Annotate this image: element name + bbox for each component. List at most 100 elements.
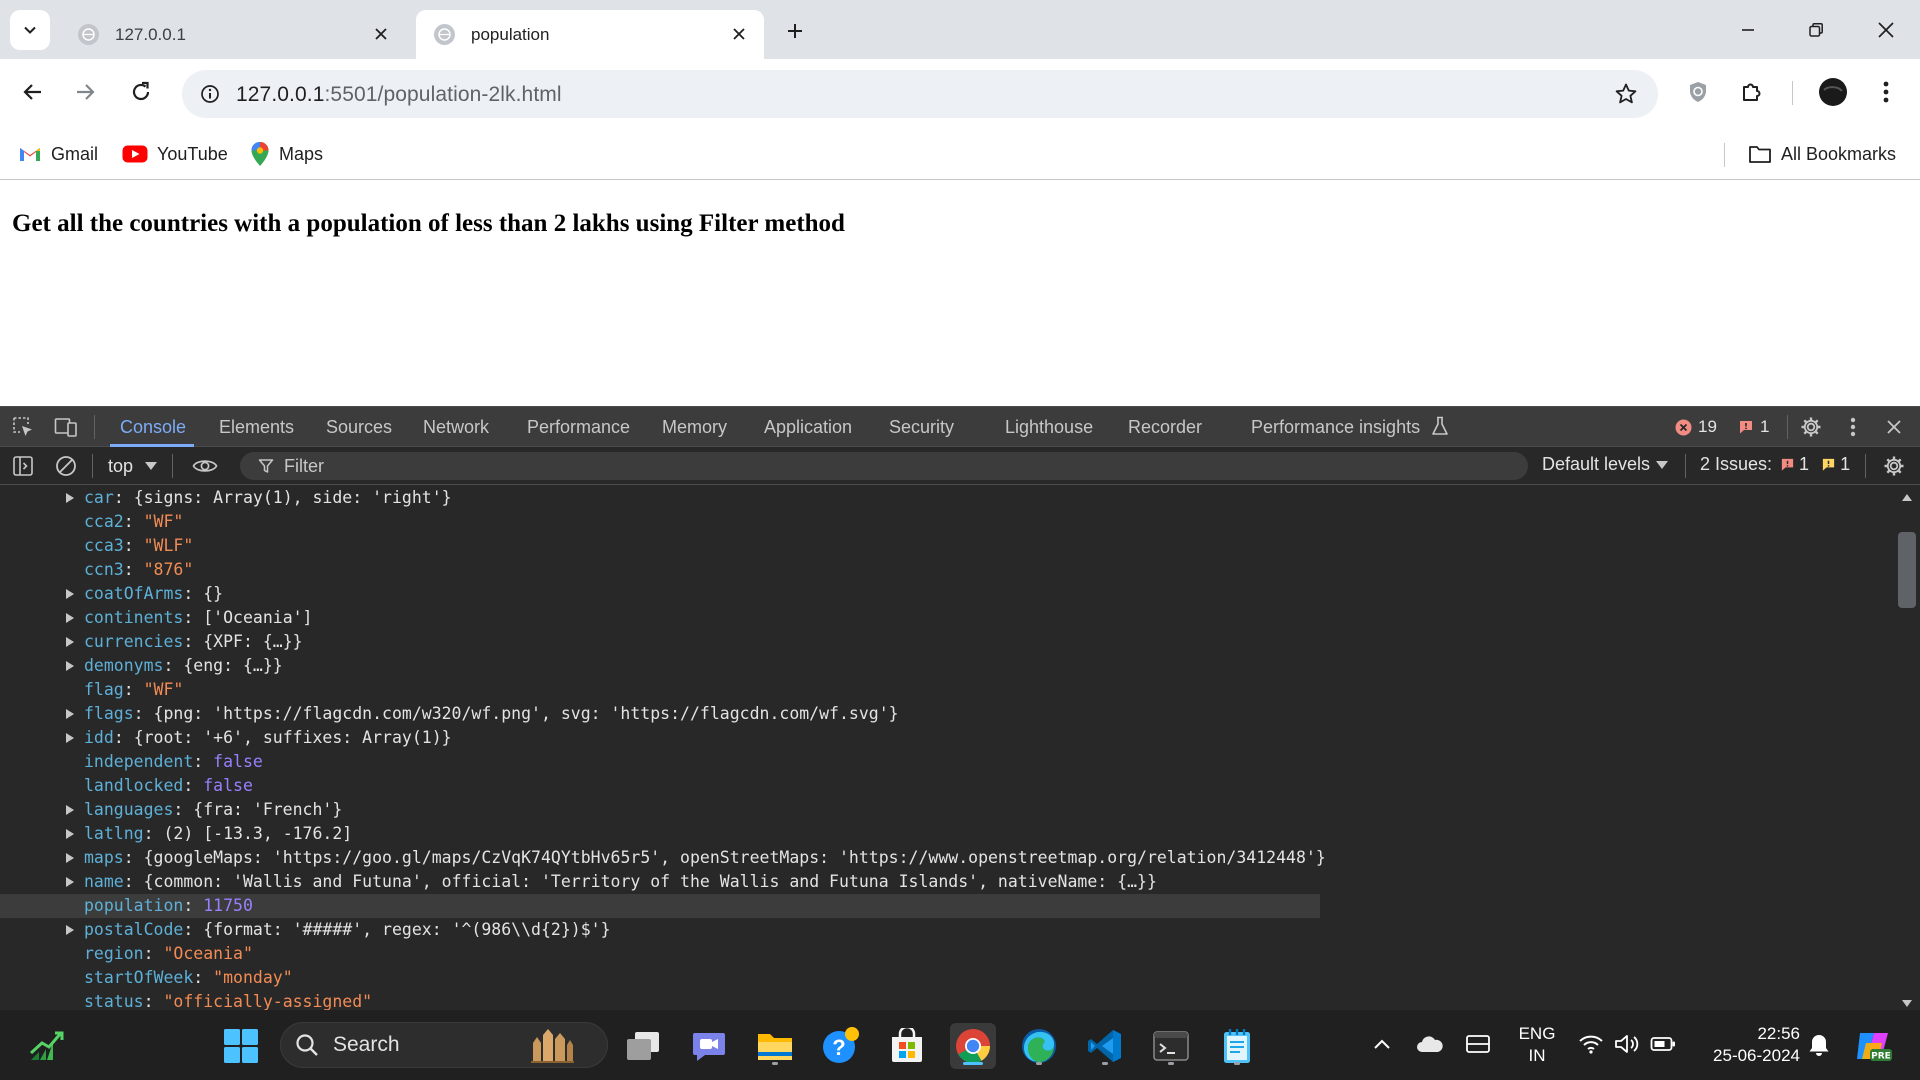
tab-security[interactable]: Security xyxy=(889,407,954,447)
start-button[interactable] xyxy=(218,1023,264,1069)
notepad-button[interactable] xyxy=(1214,1023,1260,1069)
devtools-close-button[interactable] xyxy=(1882,415,1906,439)
tab-lighthouse[interactable]: Lighthouse xyxy=(1005,407,1093,447)
log-levels-dropdown[interactable]: Default levels xyxy=(1542,454,1669,475)
profile-button[interactable] xyxy=(1815,74,1851,110)
wifi-status[interactable] xyxy=(1576,1032,1606,1056)
teams-chat-button[interactable] xyxy=(686,1023,732,1069)
tab-application[interactable]: Application xyxy=(764,407,852,447)
expand-triangle-icon[interactable] xyxy=(66,925,74,935)
bookmark-star-button[interactable] xyxy=(1612,80,1640,108)
volume-status[interactable] xyxy=(1612,1032,1642,1056)
console-property-row[interactable]: coatOfArms: {} xyxy=(0,582,1320,606)
console-property-row[interactable]: postalCode: {format: '#####', regex: '^(… xyxy=(0,918,1320,942)
console-property-row[interactable]: currencies: {XPF: {…}} xyxy=(0,630,1320,654)
console-property-row[interactable]: car: {signs: Array(1), side: 'right'} xyxy=(0,486,1320,510)
scroll-up-icon[interactable] xyxy=(1902,494,1912,501)
clear-console-button[interactable] xyxy=(54,454,78,478)
inspect-element-button[interactable] xyxy=(11,415,35,439)
new-tab-button[interactable] xyxy=(780,16,810,46)
input-language-indicator[interactable]: ENG IN xyxy=(1517,1023,1557,1067)
reload-button[interactable] xyxy=(123,74,159,110)
close-tab-icon[interactable] xyxy=(728,23,750,45)
device-toolbar-button[interactable] xyxy=(54,415,78,439)
onedrive-button[interactable] xyxy=(1414,1032,1446,1056)
scroll-down-icon[interactable] xyxy=(1902,1000,1912,1007)
tab-console[interactable]: Console xyxy=(120,407,186,447)
console-property-row[interactable]: name: {common: 'Wallis and Futuna', offi… xyxy=(0,870,1320,894)
tab-performance-insights[interactable]: Performance insights xyxy=(1251,407,1449,447)
copilot-button[interactable]: PRE xyxy=(1854,1028,1894,1064)
site-info-button[interactable] xyxy=(194,78,226,110)
expand-triangle-icon[interactable] xyxy=(66,613,74,623)
notifications-button[interactable] xyxy=(1806,1032,1832,1058)
chrome-menu-button[interactable] xyxy=(1868,74,1904,110)
file-explorer-button[interactable] xyxy=(752,1023,798,1069)
expand-triangle-icon[interactable] xyxy=(66,589,74,599)
tab-elements[interactable]: Elements xyxy=(219,407,294,447)
taskbar-search[interactable]: Search xyxy=(280,1022,608,1068)
all-bookmarks-button[interactable]: All Bookmarks xyxy=(1748,139,1896,169)
expand-triangle-icon[interactable] xyxy=(66,637,74,647)
extensions-button[interactable] xyxy=(1734,74,1770,110)
tab-performance[interactable]: Performance xyxy=(527,407,630,447)
vscode-button[interactable] xyxy=(1082,1023,1128,1069)
tab-search-button[interactable] xyxy=(10,10,50,50)
touch-keyboard-button[interactable] xyxy=(1462,1032,1494,1056)
show-hidden-icons-button[interactable] xyxy=(1370,1032,1394,1056)
expand-triangle-icon[interactable] xyxy=(66,493,74,503)
console-sidebar-button[interactable] xyxy=(11,454,35,478)
expand-triangle-icon[interactable] xyxy=(66,805,74,815)
tab-recorder[interactable]: Recorder xyxy=(1128,407,1202,447)
live-expression-button[interactable] xyxy=(190,454,220,478)
close-tab-icon[interactable] xyxy=(370,23,392,45)
expand-triangle-icon[interactable] xyxy=(66,829,74,839)
battery-status[interactable] xyxy=(1648,1032,1678,1056)
console-property-row[interactable]: languages: {fra: 'French'} xyxy=(0,798,1320,822)
address-bar[interactable]: 127.0.0.1:5501/population-2lk.html xyxy=(182,70,1658,118)
scrollbar-thumb[interactable] xyxy=(1898,532,1916,608)
console-settings-button[interactable] xyxy=(1882,454,1906,478)
console-property-row[interactable]: flags: {png: 'https://flagcdn.com/w320/w… xyxy=(0,702,1320,726)
get-help-button[interactable]: ? xyxy=(818,1023,864,1069)
devtools-settings-button[interactable] xyxy=(1799,415,1823,439)
console-property-row[interactable]: demonyms: {eng: {…}} xyxy=(0,654,1320,678)
expand-triangle-icon[interactable] xyxy=(66,709,74,719)
bookmark-maps[interactable]: Maps xyxy=(250,139,323,169)
bookmark-gmail[interactable]: Gmail xyxy=(18,139,98,169)
chrome-button[interactable] xyxy=(950,1023,996,1069)
console-filter-input[interactable]: Filter xyxy=(240,452,1528,480)
console-scrollbar[interactable] xyxy=(1894,486,1920,1011)
bookmark-youtube[interactable]: YouTube xyxy=(122,139,228,169)
expand-triangle-icon[interactable] xyxy=(66,661,74,671)
error-count-badge[interactable]: 19 xyxy=(1675,415,1717,439)
back-button[interactable] xyxy=(15,74,51,110)
close-window-button[interactable] xyxy=(1870,14,1902,46)
tab-population[interactable]: population xyxy=(416,10,764,59)
system-clock[interactable]: 22:56 25-06-2024 xyxy=(1700,1023,1800,1067)
url-text[interactable]: 127.0.0.1:5501/population-2lk.html xyxy=(236,83,562,107)
console-property-row[interactable]: idd: {root: '+6', suffixes: Array(1)} xyxy=(0,726,1320,750)
tab-memory[interactable]: Memory xyxy=(662,407,727,447)
task-view-button[interactable] xyxy=(620,1023,666,1069)
minimize-button[interactable] xyxy=(1732,14,1764,46)
expand-triangle-icon[interactable] xyxy=(66,853,74,863)
js-context-select[interactable]: top xyxy=(108,454,158,478)
console-property-row[interactable]: latlng: (2) [-13.3, -176.2] xyxy=(0,822,1320,846)
microsoft-store-button[interactable] xyxy=(884,1023,930,1069)
warning-count-badge[interactable]: 1 xyxy=(1738,415,1769,439)
extension-shield-button[interactable] xyxy=(1680,74,1716,110)
expand-triangle-icon[interactable] xyxy=(66,877,74,887)
expand-triangle-icon[interactable] xyxy=(66,733,74,743)
forward-button[interactable] xyxy=(67,74,103,110)
tab-127-0-0-1[interactable]: 127.0.0.1 xyxy=(60,10,406,59)
restore-button[interactable] xyxy=(1800,14,1832,46)
edge-button[interactable] xyxy=(1016,1023,1062,1069)
devtools-more-button[interactable] xyxy=(1841,415,1865,439)
tab-network[interactable]: Network xyxy=(423,407,489,447)
terminal-button[interactable] xyxy=(1148,1023,1194,1069)
console-output[interactable]: car: {signs: Array(1), side: 'right'} cca… xyxy=(0,486,1894,1011)
tab-sources[interactable]: Sources xyxy=(326,407,392,447)
console-property-row[interactable]: continents: ['Oceania'] xyxy=(0,606,1320,630)
stocks-widget[interactable] xyxy=(24,1023,70,1069)
